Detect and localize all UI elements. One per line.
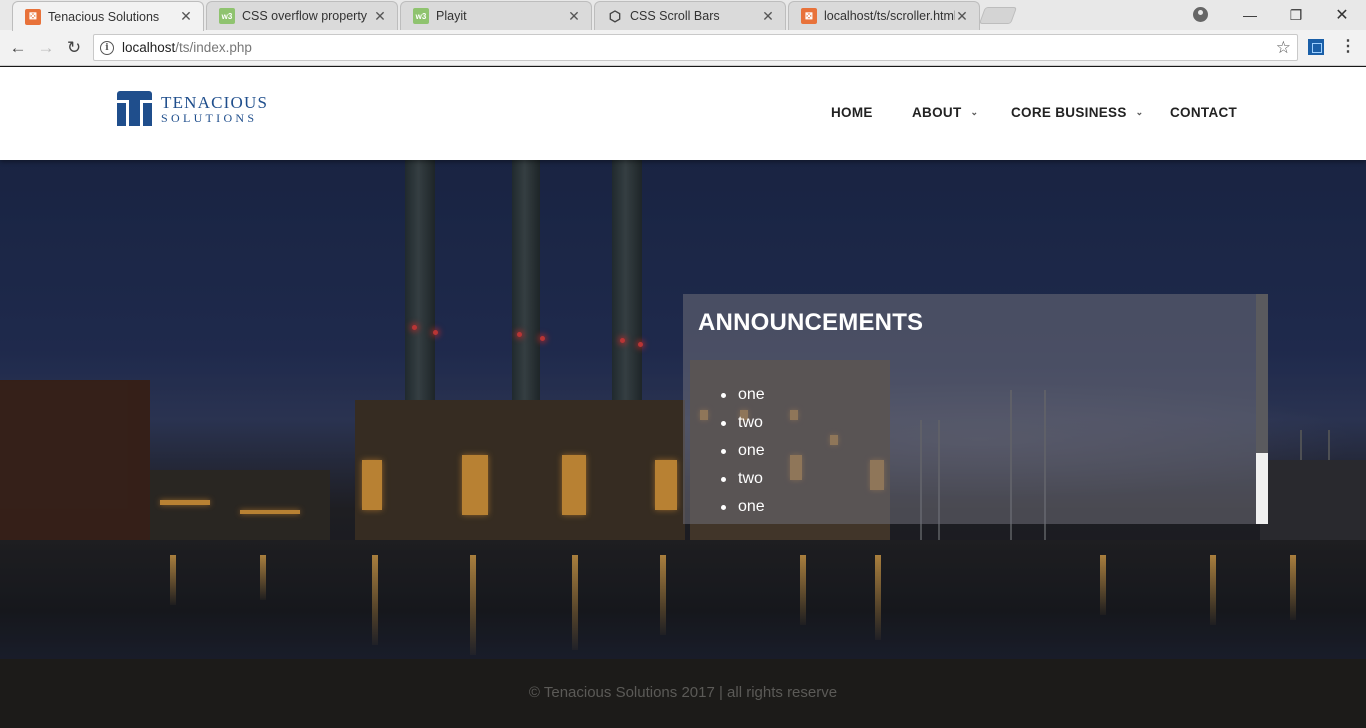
forward-button[interactable]: → bbox=[34, 36, 58, 60]
scrollbar-thumb[interactable] bbox=[1256, 453, 1268, 524]
chrome-menu-icon[interactable]: ⋮ bbox=[1340, 36, 1356, 56]
w3schools-icon: w3 bbox=[413, 8, 429, 24]
list-item: two bbox=[721, 468, 765, 496]
tab-title: Tenacious Solutions bbox=[48, 9, 160, 24]
back-button[interactable]: ← bbox=[6, 36, 30, 60]
close-icon[interactable]: ✕ bbox=[761, 8, 775, 25]
xampp-icon: ⊠ bbox=[25, 8, 41, 25]
list-item: one bbox=[721, 384, 765, 412]
close-icon[interactable]: ✕ bbox=[373, 8, 387, 25]
nav-label: CONTACT bbox=[1170, 105, 1238, 120]
close-icon[interactable]: ✕ bbox=[955, 8, 969, 25]
nav-label: HOME bbox=[831, 105, 873, 120]
close-window-button[interactable]: ✕ bbox=[1319, 0, 1365, 30]
tab-strip: ⊠ Tenacious Solutions ✕ w3 CSS overflow … bbox=[0, 0, 1366, 31]
tab-title: CSS Scroll Bars bbox=[630, 9, 720, 23]
restore-button[interactable]: ❐ bbox=[1273, 0, 1319, 30]
announcements-list: one two one two one bbox=[721, 384, 765, 524]
url-path: /ts/index.php bbox=[175, 40, 252, 55]
extension-icon[interactable] bbox=[1308, 39, 1324, 55]
tab-title: Playit bbox=[436, 9, 467, 23]
minimize-button[interactable]: — bbox=[1227, 0, 1273, 30]
browser-toolbar: ← → ↻ i localhost/ts/index.php ☆ ⋮ bbox=[0, 30, 1366, 66]
close-icon[interactable]: ✕ bbox=[179, 8, 193, 25]
chevron-down-icon: ⌄ bbox=[970, 107, 979, 117]
codepen-icon: ⬡ bbox=[608, 7, 622, 24]
xampp-icon: ⊠ bbox=[801, 8, 817, 24]
profile-icon[interactable] bbox=[1193, 7, 1208, 22]
tab-scroller[interactable]: ⊠ localhost/ts/scroller.html ✕ bbox=[788, 1, 980, 30]
reload-button[interactable]: ↻ bbox=[62, 36, 86, 60]
tab-tenacious-solutions[interactable]: ⊠ Tenacious Solutions ✕ bbox=[12, 1, 204, 31]
nav-home[interactable]: HOME bbox=[831, 105, 873, 120]
tab-css-overflow[interactable]: w3 CSS overflow property ✕ bbox=[206, 1, 398, 30]
list-item: two bbox=[721, 412, 765, 440]
info-icon[interactable]: i bbox=[100, 40, 114, 55]
tab-title: localhost/ts/scroller.html bbox=[824, 9, 955, 23]
nav-label: ABOUT bbox=[912, 105, 962, 120]
bookmark-star-icon[interactable]: ☆ bbox=[1276, 38, 1291, 58]
announcements-scrollbar[interactable] bbox=[1256, 294, 1268, 524]
announcements-title: ANNOUNCEMENTS bbox=[698, 309, 924, 336]
address-bar[interactable]: i localhost/ts/index.php ☆ bbox=[93, 34, 1298, 61]
nav-core-business[interactable]: CORE BUSINESS ⌄ bbox=[1011, 105, 1144, 120]
nav-about[interactable]: ABOUT ⌄ bbox=[912, 105, 978, 120]
list-item: one bbox=[721, 496, 765, 524]
list-item: one bbox=[721, 440, 765, 468]
nav-label: CORE BUSINESS bbox=[1011, 105, 1127, 120]
main-nav: HOME ABOUT ⌄ CORE BUSINESS ⌄ CONTACT bbox=[0, 105, 1366, 125]
close-icon[interactable]: ✕ bbox=[567, 8, 581, 25]
w3schools-icon: w3 bbox=[219, 8, 235, 24]
announcements-panel[interactable]: ANNOUNCEMENTS one two one two one bbox=[683, 294, 1268, 524]
nav-contact[interactable]: CONTACT bbox=[1170, 105, 1237, 120]
site-footer: © Tenacious Solutions 2017 | all rights … bbox=[0, 659, 1366, 728]
chevron-down-icon: ⌄ bbox=[1135, 107, 1144, 117]
tab-css-scroll-bars[interactable]: ⬡ CSS Scroll Bars ✕ bbox=[594, 1, 786, 30]
site-header: TENACIOUS SOLUTIONS HOME ABOUT ⌄ CORE BUS… bbox=[0, 67, 1366, 160]
copyright-text: © Tenacious Solutions 2017 | all rights … bbox=[528, 684, 838, 701]
tab-playit[interactable]: w3 Playit ✕ bbox=[400, 1, 592, 30]
tab-title: CSS overflow property bbox=[242, 9, 368, 23]
new-tab-button[interactable] bbox=[978, 7, 1018, 24]
url-host: localhost bbox=[122, 40, 176, 55]
